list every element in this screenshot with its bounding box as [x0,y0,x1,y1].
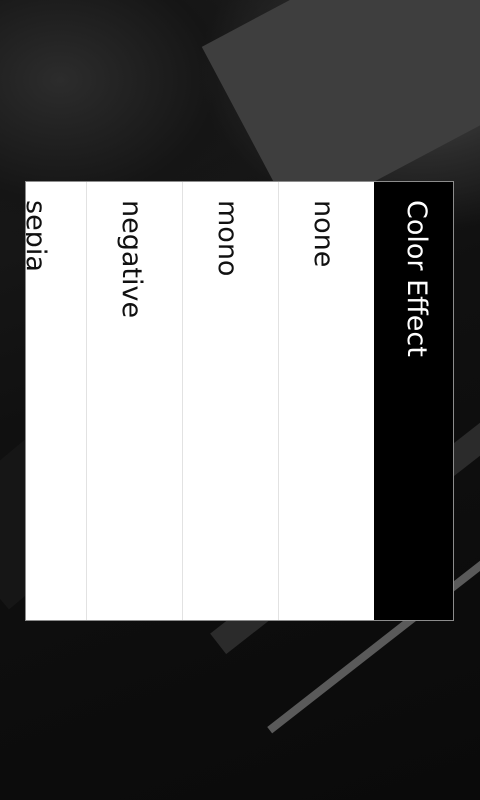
camera-screen: Color Effect none mono negative sepia [0,0,480,800]
option-label: none [308,200,339,268]
option-label: mono [212,200,243,277]
option-list: none mono negative sepia [26,182,374,620]
dialog-title-bar: Color Effect [373,182,453,620]
color-effect-dialog: Color Effect none mono negative sepia [25,181,454,621]
option-label: negative [116,200,147,319]
dialog-title: Color Effect [401,200,432,357]
option-none[interactable]: none [278,182,374,620]
option-mono[interactable]: mono [182,182,278,620]
option-label: sepia [25,200,51,272]
option-sepia[interactable]: sepia [25,182,86,620]
option-negative[interactable]: negative [86,182,182,620]
